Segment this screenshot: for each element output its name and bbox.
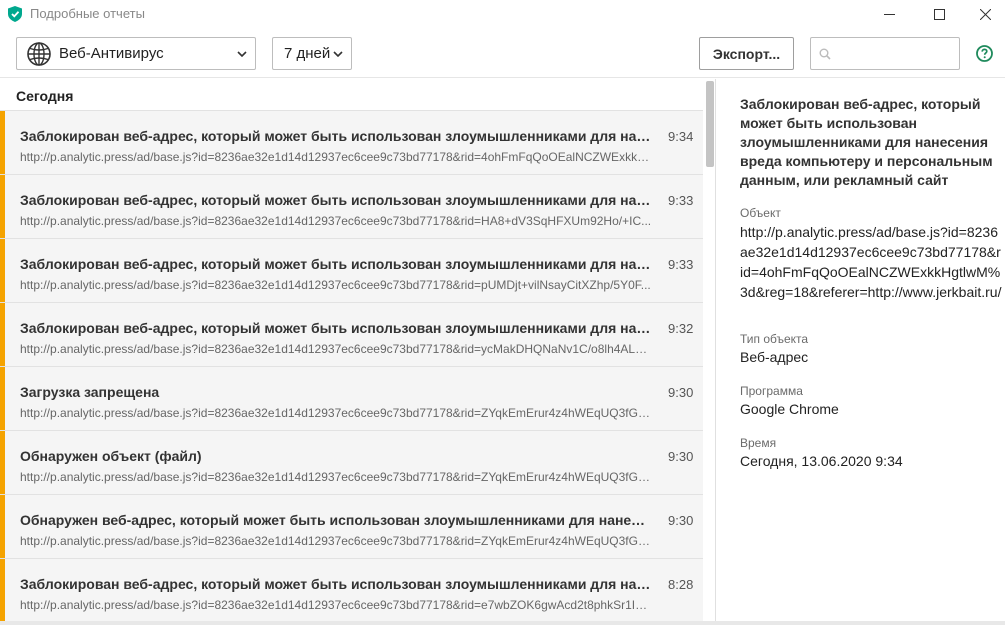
severity-indicator [0, 431, 5, 494]
time-label: Время [740, 436, 777, 450]
globe-icon [27, 41, 51, 66]
event-title: Загрузка запрещена [20, 384, 160, 400]
object-type-label: Тип объекта [740, 332, 809, 346]
minimize-button[interactable] [866, 0, 912, 28]
event-url: http://p.analytic.press/ad/base.js?id=82… [20, 342, 652, 356]
chevron-down-icon [333, 50, 343, 57]
close-icon [979, 8, 991, 20]
help-icon[interactable] [976, 45, 993, 62]
event-title: Обнаружен объект (файл) [20, 448, 202, 464]
object-value: http://p.analytic.press/ad/base.js?id=82… [740, 224, 1002, 300]
event-title: Заблокирован веб-адрес, который может бы… [20, 128, 652, 144]
minimize-icon [883, 13, 895, 15]
list-item[interactable]: Обнаружен веб-адрес, который может быть … [0, 494, 703, 558]
maximize-icon [933, 8, 945, 20]
event-url: http://p.analytic.press/ad/base.js?id=82… [20, 534, 652, 548]
severity-indicator [0, 239, 5, 302]
event-url: http://p.analytic.press/ad/base.js?id=82… [20, 406, 652, 420]
severity-indicator [0, 111, 5, 174]
list-item[interactable]: Заблокирован веб-адрес, который может бы… [0, 110, 703, 174]
event-url: http://p.analytic.press/ad/base.js?id=82… [20, 150, 652, 164]
search-icon [819, 48, 831, 60]
event-url: http://p.analytic.press/ad/base.js?id=82… [20, 470, 652, 484]
scrollbar[interactable] [703, 79, 715, 625]
list-item[interactable]: Заблокирован веб-адрес, который может бы… [0, 558, 703, 622]
maximize-button[interactable] [916, 0, 962, 28]
program-value: Google Chrome [740, 401, 839, 417]
event-time: 9:30 [668, 513, 694, 528]
period-select-value: 7 дней [284, 45, 331, 62]
events-list: Заблокирован веб-адрес, который может бы… [0, 110, 703, 622]
list-item[interactable]: Заблокирован веб-адрес, который может бы… [0, 238, 703, 302]
event-title: Заблокирован веб-адрес, который может бы… [20, 192, 652, 208]
severity-indicator [0, 559, 5, 622]
period-select[interactable]: 7 дней [272, 37, 352, 70]
severity-indicator [0, 367, 5, 430]
reports-window: Подробные отчеты Веб-Антивирус 7 дней Эк… [0, 0, 1005, 625]
title-bar: Подробные отчеты [0, 0, 1005, 28]
list-item[interactable]: Загрузка запрещена 9:30 http://p.analytic.… [0, 366, 703, 430]
component-select-value: Веб-Антивирус [59, 45, 164, 62]
list-item[interactable]: Заблокирован веб-адрес, который может бы… [0, 302, 703, 366]
details-pane: Заблокирован веб-адрес, который может бы… [717, 79, 1005, 625]
event-title: Обнаружен веб-адрес, который может быть … [20, 512, 652, 528]
object-label: Объект [740, 206, 781, 220]
time-value: Сегодня, 13.06.2020 9:34 [740, 453, 903, 469]
object-type-value: Веб-адрес [740, 349, 809, 365]
kaspersky-shield-icon [8, 6, 22, 22]
event-time: 9:30 [668, 385, 694, 400]
severity-indicator [0, 495, 5, 558]
event-time: 9:30 [668, 449, 694, 464]
events-list-pane: Сегодня Заблокирован веб-адрес, который … [0, 79, 716, 625]
event-time: 9:33 [668, 257, 694, 272]
details-title: Заблокирован веб-адрес, который может бы… [740, 96, 993, 188]
scrollbar-thumb[interactable] [706, 81, 714, 167]
event-time: 9:32 [668, 321, 694, 336]
event-title: Заблокирован веб-адрес, который может бы… [20, 576, 652, 592]
search-box[interactable] [810, 37, 960, 70]
event-time: 9:33 [668, 193, 694, 208]
event-title: Заблокирован веб-адрес, который может бы… [20, 320, 652, 336]
event-url: http://p.analytic.press/ad/base.js?id=82… [20, 598, 652, 612]
severity-indicator [0, 303, 5, 366]
bottom-edge [0, 621, 1005, 625]
program-label: Программа [740, 384, 803, 398]
toolbar: Веб-Антивирус 7 дней Экспорт... [0, 28, 1005, 78]
chevron-down-icon [237, 50, 247, 57]
event-title: Заблокирован веб-адрес, который может бы… [20, 256, 652, 272]
event-url: http://p.analytic.press/ad/base.js?id=82… [20, 278, 651, 292]
window-title: Подробные отчеты [30, 6, 145, 21]
list-item[interactable]: Заблокирован веб-адрес, который может бы… [0, 174, 703, 238]
component-select[interactable]: Веб-Антивирус [16, 37, 256, 70]
severity-indicator [0, 175, 5, 238]
event-time: 8:28 [668, 577, 694, 592]
group-header: Сегодня [16, 88, 74, 104]
event-time: 9:34 [668, 129, 694, 144]
list-item[interactable]: Обнаружен объект (файл) 9:30 http://p.anal… [0, 430, 703, 494]
export-button[interactable]: Экспорт... [699, 37, 794, 70]
close-button[interactable] [962, 0, 1005, 28]
search-input[interactable] [837, 42, 955, 66]
event-url: http://p.analytic.press/ad/base.js?id=82… [20, 214, 652, 228]
